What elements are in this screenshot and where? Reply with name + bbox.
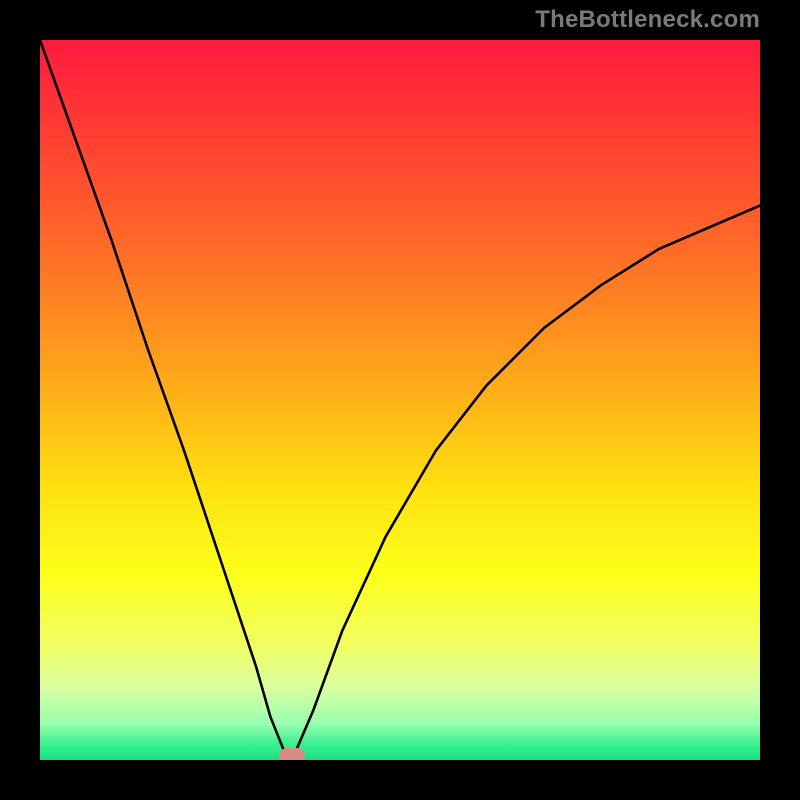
watermark-text: TheBottleneck.com [535, 6, 760, 34]
optimal-point-marker [279, 748, 305, 760]
plot-area [40, 40, 760, 760]
bottleneck-curve [40, 40, 760, 760]
chart-stage: TheBottleneck.com [0, 0, 800, 800]
